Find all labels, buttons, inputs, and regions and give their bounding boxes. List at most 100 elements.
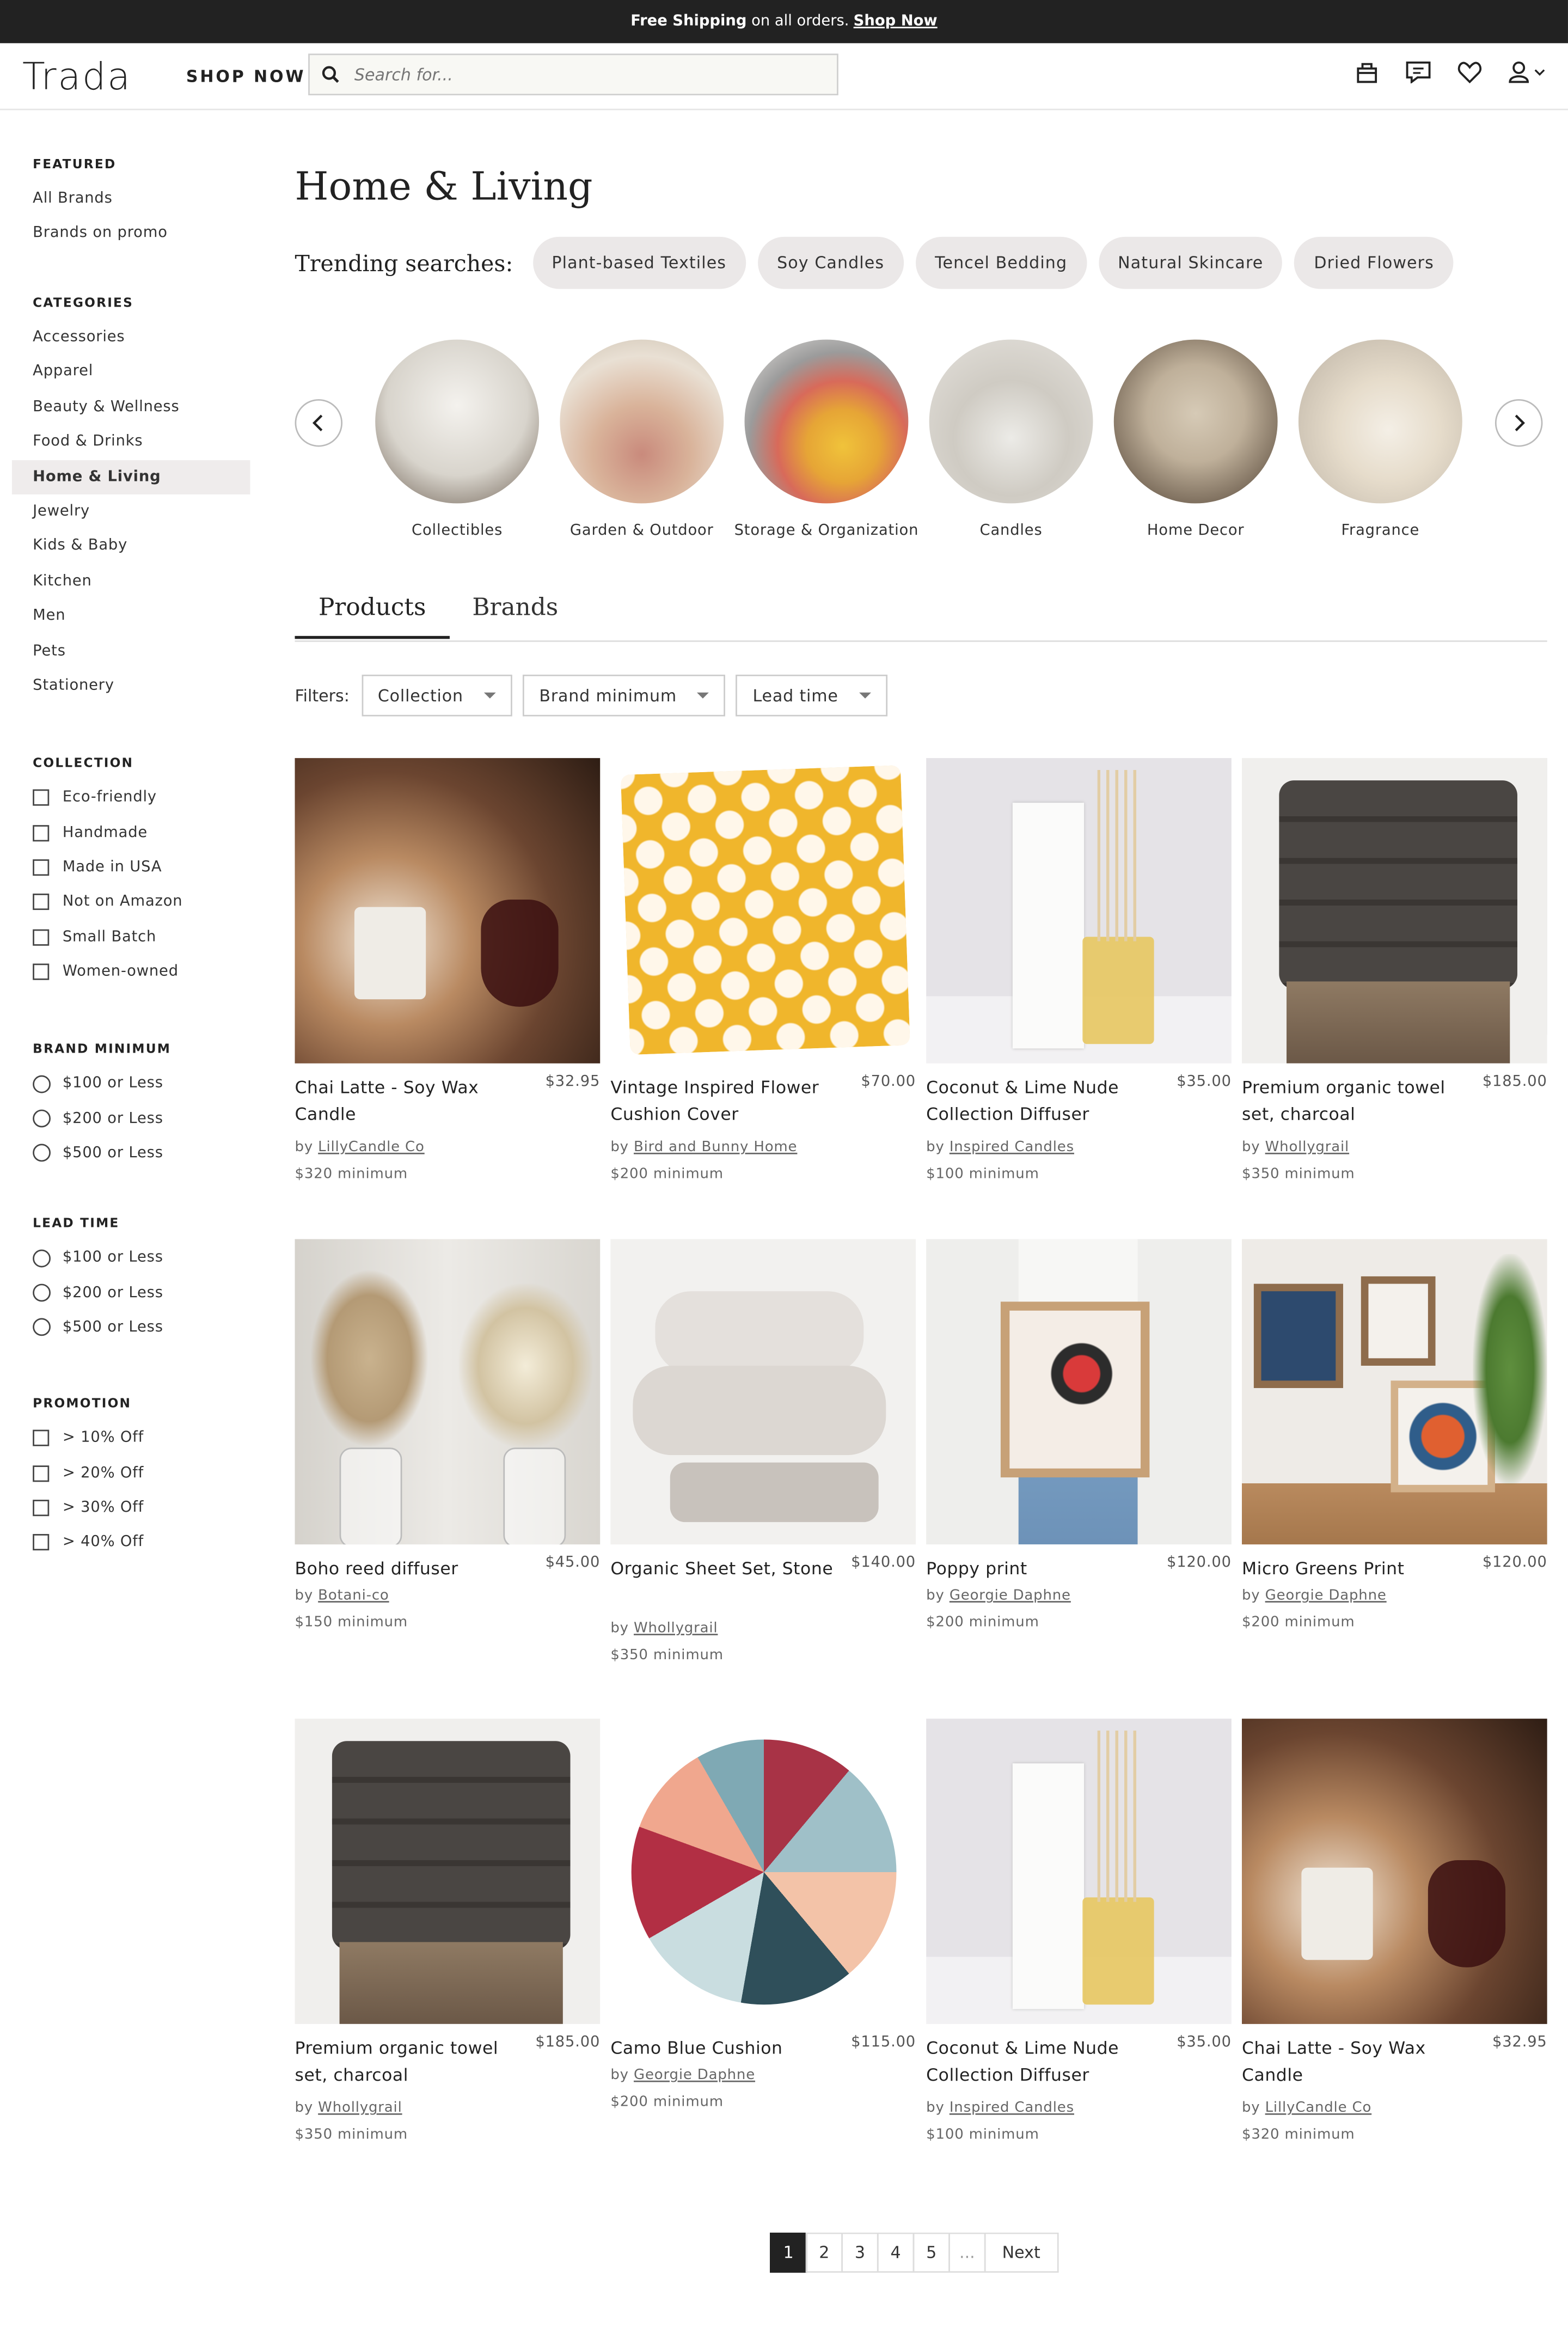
product-image[interactable] xyxy=(1241,1239,1547,1545)
product-card[interactable]: Premium organic towel set, charcoal $185… xyxy=(1241,758,1547,1183)
category-tile-fragrance[interactable]: Fragrance xyxy=(1288,339,1473,541)
next-page-button[interactable]: Next xyxy=(984,2232,1058,2273)
collection-option[interactable]: Made in USA xyxy=(33,850,253,885)
brand-minimum-option[interactable]: $100 or Less xyxy=(33,1066,253,1101)
promotion-option[interactable]: > 20% Off xyxy=(33,1456,253,1490)
product-image[interactable] xyxy=(1241,758,1547,1063)
product-name[interactable]: Premium organic towel set, charcoal xyxy=(1242,1075,1465,1128)
radio[interactable] xyxy=(33,1283,51,1302)
product-name[interactable]: Organic Sheet Set, Stone xyxy=(610,1556,834,1582)
checkbox[interactable] xyxy=(33,824,50,841)
category-tile-candles[interactable]: Candles xyxy=(918,339,1103,541)
checkbox[interactable] xyxy=(33,1535,50,1551)
product-image[interactable] xyxy=(295,1719,601,2024)
carousel-next-button[interactable] xyxy=(1494,399,1543,447)
product-card[interactable]: Coconut & Lime Nude Collection Diffuser … xyxy=(926,1719,1232,2143)
product-image[interactable] xyxy=(295,1239,601,1545)
checkbox[interactable] xyxy=(33,1465,50,1482)
page-4-button[interactable]: 4 xyxy=(877,2232,915,2273)
search-input[interactable] xyxy=(351,63,804,86)
trending-chip[interactable]: Natural Skincare xyxy=(1098,236,1283,289)
product-image[interactable] xyxy=(926,1719,1232,2024)
product-card[interactable]: Chai Latte - Soy Wax Candle $32.95 by Li… xyxy=(295,758,601,1183)
product-image[interactable] xyxy=(610,1239,916,1545)
brand-link[interactable]: Botani-co xyxy=(318,1588,389,1604)
category-item-kids-baby[interactable]: Kids & Baby xyxy=(33,529,253,564)
product-image[interactable] xyxy=(926,1239,1232,1545)
brand-link[interactable]: Georgie Daphne xyxy=(634,2067,755,2083)
category-item-jewelry[interactable]: Jewelry xyxy=(33,494,253,529)
radio[interactable] xyxy=(33,1074,51,1093)
category-tile-home-decor[interactable]: Home Decor xyxy=(1104,339,1288,541)
checkbox[interactable] xyxy=(33,790,50,806)
messages-icon[interactable] xyxy=(1406,61,1431,84)
product-name[interactable]: Chai Latte - Soy Wax Candle xyxy=(295,1075,518,1128)
search-bar[interactable] xyxy=(308,53,838,96)
shop-bag-icon[interactable] xyxy=(1355,61,1379,83)
checkbox[interactable] xyxy=(33,859,50,876)
checkbox[interactable] xyxy=(33,1430,50,1447)
brand-link[interactable]: Whollygrail xyxy=(1265,1139,1349,1156)
collection-option[interactable]: Not on Amazon xyxy=(33,885,253,920)
trending-chip[interactable]: Dried Flowers xyxy=(1294,236,1454,289)
carousel-prev-button[interactable] xyxy=(295,399,343,447)
collection-option[interactable]: Eco-friendly xyxy=(33,780,253,815)
product-card[interactable]: Micro Greens Print $120.00 by Georgie Da… xyxy=(1241,1239,1547,1631)
category-item-food-drinks[interactable]: Food & Drinks xyxy=(33,425,253,460)
brand-link[interactable]: Georgie Daphne xyxy=(1265,1588,1387,1604)
lead-time-option[interactable]: $500 or Less xyxy=(33,1310,253,1345)
product-name[interactable]: Chai Latte - Soy Wax Candle xyxy=(1242,2036,1465,2088)
collection-option[interactable]: Handmade xyxy=(33,815,253,850)
category-tile-storage-organization[interactable]: Storage & Organization xyxy=(734,339,918,541)
promotion-option[interactable]: > 40% Off xyxy=(33,1525,253,1560)
featured-item-brands-on-promo[interactable]: Brands on promo xyxy=(33,217,253,252)
product-name[interactable]: Vintage Inspired Flower Cushion Cover xyxy=(610,1075,834,1128)
brand-link[interactable]: Bird and Bunny Home xyxy=(634,1139,797,1156)
banner-shop-now-link[interactable]: Shop Now xyxy=(854,14,938,30)
tab-products[interactable]: Products xyxy=(295,581,450,639)
category-item-beauty-wellness[interactable]: Beauty & Wellness xyxy=(33,390,253,425)
product-card[interactable]: Boho reed diffuser $45.00 by Botani-co $… xyxy=(295,1239,601,1631)
filter-brand-minimum-dropdown[interactable]: Brand minimum xyxy=(523,674,726,717)
product-image[interactable] xyxy=(1241,1719,1547,2024)
checkbox[interactable] xyxy=(33,894,50,911)
product-card[interactable]: Chai Latte - Soy Wax Candle $32.95 by Li… xyxy=(1241,1719,1547,2143)
trending-chip[interactable]: Plant-based Textiles xyxy=(532,236,746,289)
collection-option[interactable]: Small Batch xyxy=(33,920,253,955)
page-1-button[interactable]: 1 xyxy=(769,2232,807,2273)
tab-brands[interactable]: Brands xyxy=(450,581,581,639)
logo[interactable]: Trada xyxy=(22,55,132,98)
lead-time-option[interactable]: $100 or Less xyxy=(33,1240,253,1275)
product-image[interactable] xyxy=(610,1719,916,2024)
brand-link[interactable]: Inspired Candles xyxy=(950,2100,1074,2116)
product-image[interactable] xyxy=(610,758,916,1063)
product-card[interactable]: Vintage Inspired Flower Cushion Cover $7… xyxy=(610,758,916,1183)
shop-now-link[interactable]: SHOP NOW xyxy=(186,67,306,87)
filter-lead-time-dropdown[interactable]: Lead time xyxy=(736,674,887,717)
account-user-icon[interactable] xyxy=(1509,61,1547,83)
checkbox[interactable] xyxy=(33,1500,50,1517)
checkbox[interactable] xyxy=(33,928,50,946)
product-name[interactable]: Coconut & Lime Nude Collection Diffuser xyxy=(926,2036,1149,2088)
radio[interactable] xyxy=(33,1144,51,1163)
brand-minimum-option[interactable]: $500 or Less xyxy=(33,1136,253,1171)
category-item-apparel[interactable]: Apparel xyxy=(33,355,253,390)
product-image[interactable] xyxy=(295,758,601,1063)
category-tile-collectibles[interactable]: Collectibles xyxy=(365,339,549,541)
promotion-option[interactable]: > 30% Off xyxy=(33,1490,253,1525)
product-image[interactable] xyxy=(926,758,1232,1063)
product-name[interactable]: Boho reed diffuser xyxy=(295,1556,518,1582)
brand-link[interactable]: Inspired Candles xyxy=(950,1139,1074,1156)
category-item-home-living[interactable]: Home & Living xyxy=(11,459,250,494)
wishlist-heart-icon[interactable] xyxy=(1457,61,1482,84)
product-name[interactable]: Micro Greens Print xyxy=(1242,1556,1465,1582)
brand-minimum-option[interactable]: $200 or Less xyxy=(33,1101,253,1136)
product-name[interactable]: Premium organic towel set, charcoal xyxy=(295,2036,518,2088)
brand-link[interactable]: LillyCandle Co xyxy=(1265,2100,1372,2116)
product-card[interactable]: Poppy print $120.00 by Georgie Daphne $2… xyxy=(926,1239,1232,1631)
radio[interactable] xyxy=(33,1109,51,1128)
product-card[interactable]: Organic Sheet Set, Stone $140.00 by Whol… xyxy=(610,1239,916,1664)
category-item-accessories[interactable]: Accessories xyxy=(33,320,253,355)
promotion-option[interactable]: > 10% Off xyxy=(33,1421,253,1456)
checkbox[interactable] xyxy=(33,963,50,981)
